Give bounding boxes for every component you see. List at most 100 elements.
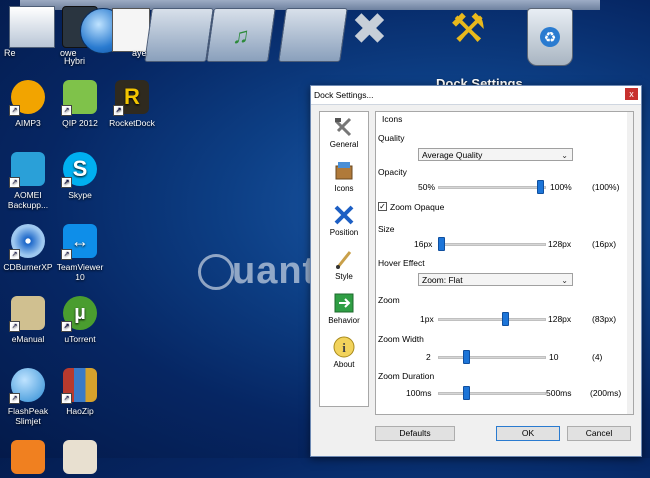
utorrent-icon: µ ↗ bbox=[61, 296, 97, 332]
opacity-label: Opacity bbox=[378, 167, 407, 177]
hover-effect-label: Hover Effect bbox=[378, 258, 425, 268]
aomei-icon: ↗ bbox=[9, 152, 45, 188]
hover-effect-value: Zoom: Flat bbox=[422, 275, 463, 285]
desktop-icon-partial-1[interactable] bbox=[0, 440, 56, 478]
zoom-width-label: Zoom Width bbox=[378, 334, 424, 344]
desktop-icon-label: QIP 2012 bbox=[62, 118, 98, 128]
dock-item-tools[interactable]: ✖ bbox=[345, 2, 405, 66]
desktop-icon-partial-2[interactable] bbox=[52, 440, 108, 478]
dock-item-recycle-bin[interactable]: ♻ bbox=[527, 8, 573, 66]
tools-icon bbox=[333, 116, 355, 138]
settings-nav: General Icons Position Style Behavior i … bbox=[319, 111, 369, 407]
dialog-titlebar[interactable]: Dock Settings... x bbox=[311, 86, 641, 105]
desktop-icon-label: uTorrent bbox=[64, 334, 96, 344]
dock-label-3: Hybri bbox=[64, 56, 86, 66]
chevron-down-icon: ⌄ bbox=[561, 276, 568, 285]
zoom-width-max: 10 bbox=[549, 352, 559, 362]
size-track[interactable] bbox=[438, 243, 546, 246]
nav-item-label: Icons bbox=[334, 184, 354, 193]
panel-scrollbar[interactable] bbox=[627, 112, 633, 414]
zoom-label: Zoom bbox=[378, 295, 400, 305]
desktop-icon-label: FlashPeak Slimjet bbox=[7, 406, 49, 426]
desktop-icon-teamviewer[interactable]: ↔ ↗ TeamViewer 10 bbox=[52, 224, 108, 282]
nav-item-style[interactable]: Style bbox=[320, 248, 368, 281]
desktop-icon-skype[interactable]: S ↗ Skype bbox=[52, 152, 108, 200]
opacity-track[interactable] bbox=[438, 186, 546, 189]
zoom-width-current: (4) bbox=[592, 352, 603, 362]
tools-icon: ✖ bbox=[351, 5, 388, 54]
hover-effect-select[interactable]: Zoom: Flat ⌄ bbox=[418, 273, 573, 286]
dock-item-folder-music[interactable]: ♫ bbox=[206, 8, 276, 62]
opacity-current: (100%) bbox=[592, 182, 620, 192]
zoom-opaque-checkbox[interactable]: ✓ bbox=[378, 202, 387, 211]
desktop-icon-rocketdock[interactable]: R ↗ RocketDock bbox=[104, 80, 160, 128]
ok-button[interactable]: OK bbox=[496, 426, 560, 441]
chevron-down-icon: ⌄ bbox=[561, 151, 568, 160]
skype-icon: S ↗ bbox=[61, 152, 97, 188]
zoom-max: 128px bbox=[548, 314, 572, 324]
qip-icon: ↗ bbox=[61, 80, 97, 116]
nav-item-about[interactable]: i About bbox=[320, 336, 368, 369]
desktop-icon-label: CDBurnerXP bbox=[3, 262, 53, 272]
nav-item-behavior[interactable]: Behavior bbox=[320, 292, 368, 325]
app-icon bbox=[11, 440, 45, 474]
desktop-icon-cdburner[interactable]: ↗ CDBurnerXP bbox=[0, 224, 56, 272]
dock-settings-dialog: Dock Settings... x General Icons Positio… bbox=[310, 85, 642, 457]
nav-item-position[interactable]: Position bbox=[320, 204, 368, 237]
dock-label-4: aye bbox=[132, 48, 147, 58]
defaults-button[interactable]: Defaults bbox=[375, 426, 455, 441]
info-icon: i bbox=[333, 336, 355, 358]
size-max: 128px bbox=[548, 239, 572, 249]
behavior-icon bbox=[333, 292, 355, 314]
rocketdock-bar: ♫ ✖ ⚒ ♻ Re owe Hybri aye Dock Settings bbox=[0, 0, 600, 86]
desktop-icon-qip[interactable]: ↗ QIP 2012 bbox=[52, 80, 108, 128]
size-current: (16px) bbox=[592, 239, 617, 249]
dock-item-folder-1[interactable] bbox=[144, 8, 214, 62]
close-button[interactable]: x bbox=[625, 88, 638, 100]
zoom-duration-slider-thumb[interactable] bbox=[463, 386, 470, 400]
zoom-width-track[interactable] bbox=[438, 356, 546, 359]
opacity-slider-thumb[interactable] bbox=[537, 180, 544, 194]
slimjet-icon: ↗ bbox=[9, 368, 45, 404]
desktop-icon-label: TeamViewer 10 bbox=[56, 262, 104, 282]
desktop-icon-haozip[interactable]: ↗ HaoZip bbox=[52, 368, 108, 416]
cancel-button[interactable]: Cancel bbox=[567, 426, 631, 441]
size-slider-thumb[interactable] bbox=[438, 237, 445, 251]
zoom-track[interactable] bbox=[438, 318, 546, 321]
desktop-icon-aomei[interactable]: ↗ AOMEI Backupp... bbox=[0, 152, 56, 210]
teamviewer-icon: ↔ ↗ bbox=[61, 224, 97, 260]
opacity-min: 50% bbox=[418, 182, 436, 192]
quality-label: Quality bbox=[378, 133, 405, 143]
dock-label-1: Re bbox=[4, 48, 16, 58]
dialog-title: Dock Settings... bbox=[314, 90, 374, 100]
zoom-duration-track[interactable] bbox=[438, 392, 546, 395]
opacity-max: 100% bbox=[550, 182, 572, 192]
quality-value: Average Quality bbox=[422, 150, 483, 160]
zoom-slider-thumb[interactable] bbox=[502, 312, 509, 326]
nav-item-icons[interactable]: Icons bbox=[320, 160, 368, 193]
desktop-icon-label: AIMP3 bbox=[15, 118, 41, 128]
quality-select[interactable]: Average Quality ⌄ bbox=[418, 148, 573, 161]
size-label: Size bbox=[378, 224, 395, 234]
nav-item-general[interactable]: General bbox=[320, 116, 368, 149]
zoom-width-slider-thumb[interactable] bbox=[463, 350, 470, 364]
zoom-duration-label: Zoom Duration bbox=[378, 371, 435, 381]
desktop-icon-aimp3[interactable]: ↗ AIMP3 bbox=[0, 80, 56, 128]
size-min: 16px bbox=[414, 239, 433, 249]
desktop-icon-slimjet[interactable]: ↗ FlashPeak Slimjet bbox=[0, 368, 56, 426]
lightbulb-icon bbox=[198, 254, 234, 290]
rocketdock-icon: R ↗ bbox=[113, 80, 149, 116]
app-icon bbox=[63, 440, 97, 474]
nav-item-label: Style bbox=[335, 272, 353, 281]
desktop-icon-emanual[interactable]: ↗ eManual bbox=[0, 296, 56, 344]
dock-item-dock-settings[interactable]: ⚒ bbox=[440, 2, 500, 66]
zoom-min: 1px bbox=[420, 314, 434, 324]
desktop-icon-label: eManual bbox=[11, 334, 45, 344]
brush-icon bbox=[333, 248, 355, 270]
zoom-duration-min: 100ms bbox=[406, 388, 432, 398]
desktop-icon-utorrent[interactable]: µ ↗ uTorrent bbox=[52, 296, 108, 344]
music-note-icon: ♫ bbox=[231, 23, 252, 48]
desktop-icon-label: Skype bbox=[68, 190, 92, 200]
settings-panel: Icons Quality Average Quality ⌄ Opacity … bbox=[375, 111, 634, 415]
dock-item-folder-images[interactable] bbox=[278, 8, 348, 62]
